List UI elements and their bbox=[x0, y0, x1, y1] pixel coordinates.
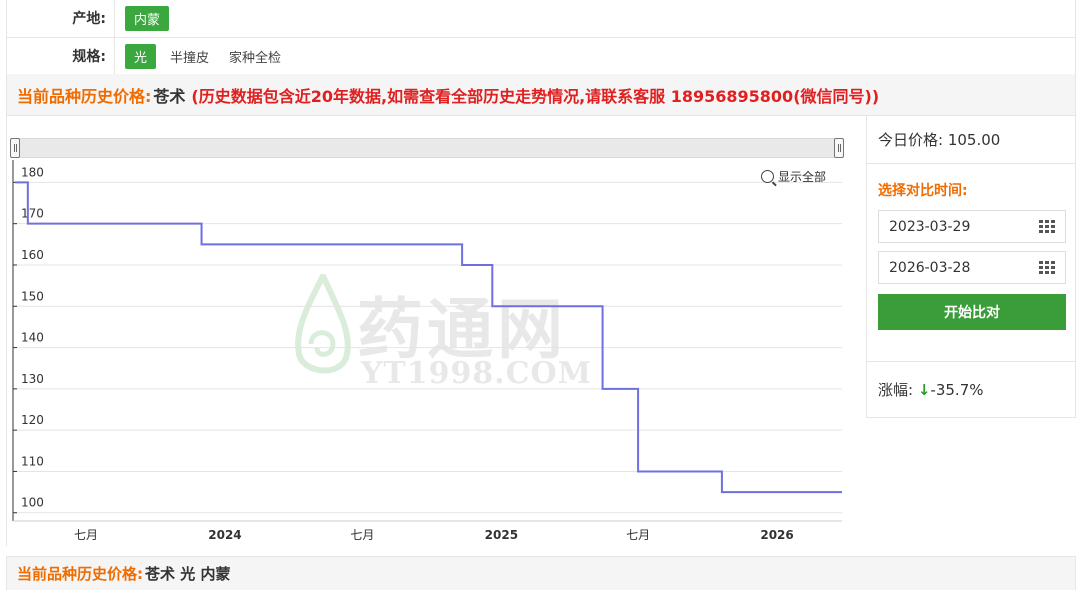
origin-option-neimeng[interactable]: 内蒙 bbox=[125, 6, 170, 31]
today-price-value: 105.00 bbox=[947, 131, 1001, 149]
show-all-label: 显示全部 bbox=[778, 170, 827, 184]
arrow-down-icon: ↓ bbox=[917, 381, 931, 399]
filter-row-origin: 产地: 内蒙 bbox=[7, 0, 1075, 38]
start-date-input[interactable]: 2023-03-29 bbox=[878, 210, 1066, 243]
x-tick-label: 七月 bbox=[74, 528, 98, 542]
y-tick-label: 170 bbox=[21, 207, 44, 221]
y-tick-label: 180 bbox=[21, 165, 44, 179]
x-tick-label: 七月 bbox=[350, 528, 374, 542]
price-chart: 药通网 YT1998.COM 100 110 120 130 140 150 160 170 1… bbox=[6, 116, 866, 546]
history-contact-note: (历史数据包含近20年数据,如需查看全部历史走势情况,请联系客服 1895689… bbox=[191, 86, 880, 106]
today-price: 今日价格: 105.00 bbox=[867, 116, 1075, 164]
history-prefix: 当前品种历史价格: bbox=[17, 86, 152, 106]
change-value: -35.7% bbox=[930, 381, 984, 399]
start-compare-button[interactable]: 开始比对 bbox=[878, 294, 1066, 330]
spec-option-banzhuangpi[interactable]: 半撞皮 bbox=[164, 44, 215, 69]
end-date-value: 2026-03-28 bbox=[889, 259, 971, 276]
history-price-header: 当前品种历史价格: 苍术 (历史数据包含近20年数据,如需查看全部历史走势情况,… bbox=[6, 74, 1076, 116]
price-series-line bbox=[15, 181, 842, 494]
calendar-icon[interactable] bbox=[1039, 260, 1055, 275]
today-price-label: 今日价格: bbox=[878, 131, 944, 149]
y-tick-label: 140 bbox=[21, 331, 44, 345]
bottom-prefix: 当前品种历史价格: bbox=[17, 565, 143, 583]
compare-panel: 今日价格: 105.00 选择对比时间: 2023-03-29 2026-03-… bbox=[866, 116, 1076, 418]
origin-options: 内蒙 bbox=[115, 0, 170, 37]
y-tick-label: 100 bbox=[21, 496, 44, 510]
x-tick-label: 2025 bbox=[485, 528, 518, 542]
show-all-button[interactable]: 显示全部 bbox=[761, 168, 826, 185]
change-label: 涨幅: bbox=[878, 381, 914, 399]
current-price-bar: 当前品种历史价格: 苍术 光 内蒙 bbox=[6, 556, 1076, 590]
x-tick-label: 七月 bbox=[626, 528, 650, 542]
end-date-input[interactable]: 2026-03-28 bbox=[878, 251, 1066, 284]
x-tick-label: 2026 bbox=[760, 528, 793, 542]
start-date-value: 2023-03-29 bbox=[889, 218, 971, 235]
filter-table: 产地: 内蒙 规格: 光 半撞皮 家种全检 bbox=[6, 0, 1076, 75]
compare-title: 选择对比时间: bbox=[878, 183, 968, 199]
y-tick-label: 130 bbox=[21, 372, 44, 386]
y-tick-label: 120 bbox=[21, 413, 44, 427]
chart-canvas: 100 110 120 130 140 150 160 170 180 七月 2024 七月 2025 七… bbox=[12, 160, 842, 542]
filter-label-origin: 产地: bbox=[7, 0, 115, 37]
filter-row-spec: 规格: 光 半撞皮 家种全检 bbox=[7, 38, 1075, 74]
y-tick-label: 160 bbox=[21, 248, 44, 262]
spec-option-jiazhong[interactable]: 家种全检 bbox=[223, 44, 287, 69]
bottom-variety-name: 苍术 光 内蒙 bbox=[145, 565, 231, 583]
y-tick-label: 150 bbox=[21, 289, 44, 303]
history-variety-name: 苍术 bbox=[153, 86, 186, 106]
x-tick-label: 2024 bbox=[208, 528, 241, 542]
zoom-icon bbox=[761, 170, 774, 183]
price-change: 涨幅: ↓-35.7% bbox=[867, 361, 1075, 417]
spec-option-guang[interactable]: 光 bbox=[125, 43, 157, 69]
y-tick-label: 110 bbox=[21, 454, 44, 468]
calendar-icon[interactable] bbox=[1039, 219, 1055, 234]
spec-options: 光 半撞皮 家种全检 bbox=[115, 38, 287, 74]
filter-label-spec: 规格: bbox=[7, 38, 115, 74]
